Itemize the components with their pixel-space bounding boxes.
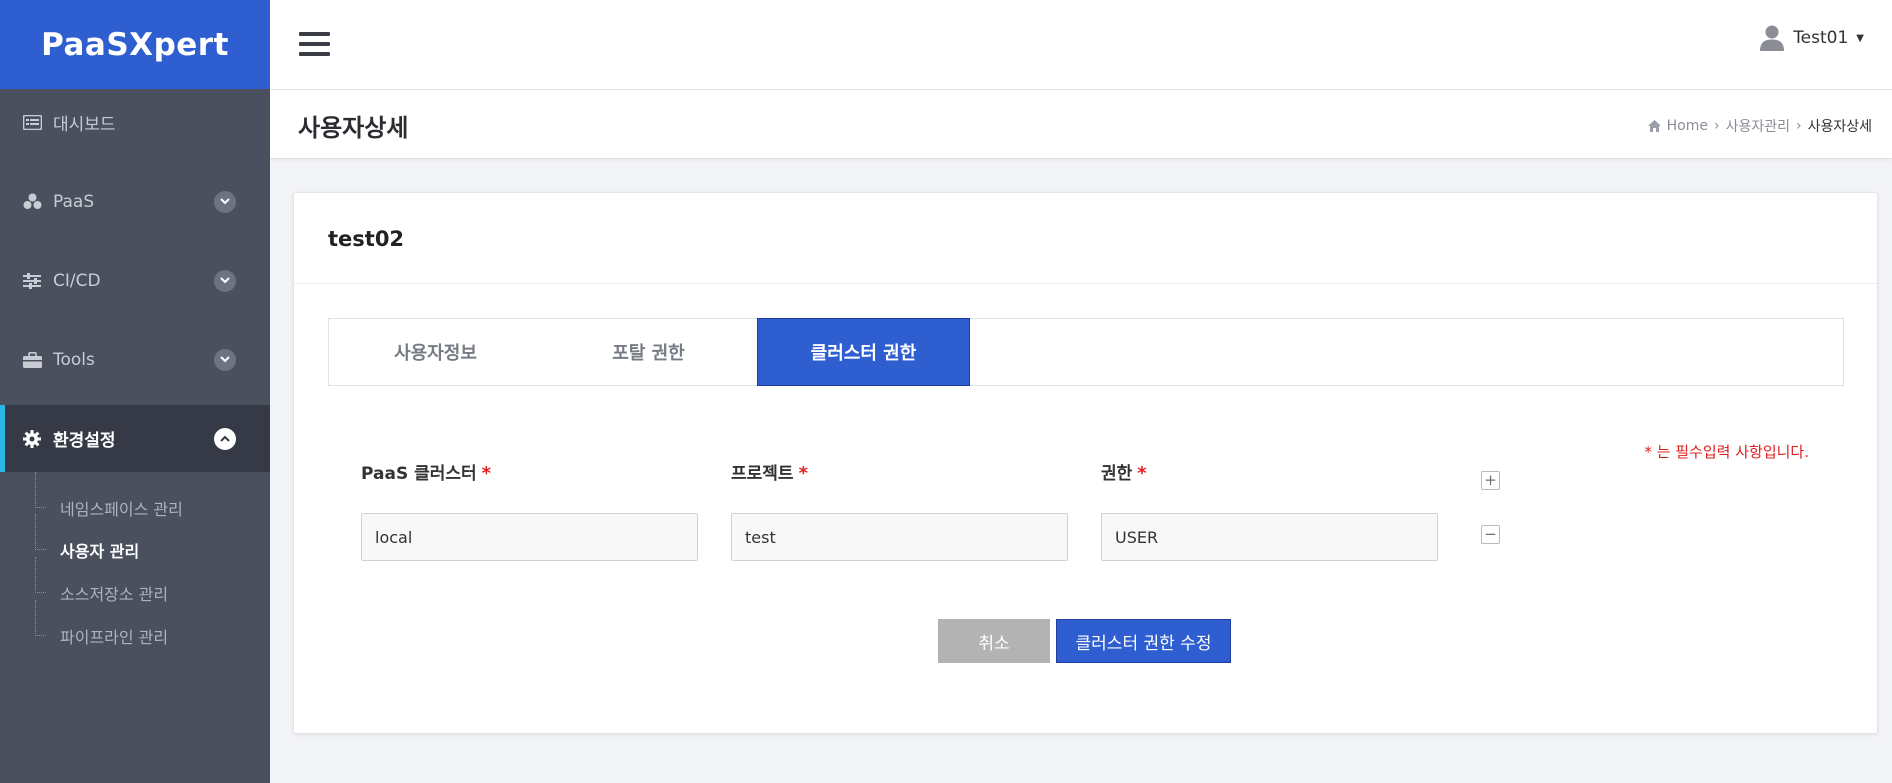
sidebar-item-cicd[interactable]: CI/CD: [0, 247, 270, 314]
tree-connector: [35, 557, 46, 593]
divider: [294, 283, 1877, 284]
breadcrumb-current: 사용자상세: [1807, 119, 1872, 135]
chevron-down-icon[interactable]: [214, 190, 236, 213]
sidebar-item-dashboard[interactable]: 대시보드: [0, 89, 270, 156]
field-label-project: 프로젝트 *: [731, 459, 808, 484]
chevron-up-icon[interactable]: [214, 427, 236, 450]
cubes-icon: [22, 192, 42, 212]
sidebar-item-paas[interactable]: PaaS: [0, 168, 270, 235]
sidebar: PaaSXpert 대시보드 PaaS CI/CD Tools 환경설정 네임스…: [0, 0, 270, 783]
update-cluster-permission-button[interactable]: 클러스터 권한 수정: [1056, 619, 1231, 663]
home-icon: [1647, 120, 1661, 132]
cancel-button[interactable]: 취소: [938, 619, 1050, 663]
sidebar-item-settings[interactable]: 환경설정: [0, 405, 270, 472]
add-row-button[interactable]: +: [1481, 471, 1500, 490]
tab-user-info[interactable]: 사용자정보: [329, 319, 542, 385]
active-indicator: [0, 405, 5, 472]
submenu-item-label: 네임스페이스 관리: [60, 500, 183, 519]
top-bar: Test01 ▼: [270, 0, 1892, 90]
cluster-input[interactable]: [361, 513, 698, 561]
sidebar-item-label: CI/CD: [53, 270, 101, 291]
breadcrumb: Home › 사용자관리 › 사용자상세: [1647, 116, 1872, 136]
submenu-item-label: 사용자 관리: [60, 542, 140, 561]
breadcrumb-home[interactable]: Home: [1667, 118, 1708, 134]
remove-row-button[interactable]: −: [1481, 525, 1500, 544]
chevron-right-icon: ›: [1795, 118, 1802, 134]
sidebar-item-label: 대시보드: [53, 115, 116, 135]
tree-connector: [35, 514, 46, 550]
menu-toggle-icon[interactable]: [299, 32, 330, 57]
page-title: 사용자상세: [298, 114, 409, 142]
required-mark: *: [798, 463, 808, 484]
tab-cluster-permission[interactable]: 클러스터 권한: [757, 318, 970, 386]
briefcase-icon: [22, 350, 42, 370]
breadcrumb-user-management[interactable]: 사용자관리: [1726, 116, 1790, 136]
dashboard-icon: [22, 113, 42, 133]
field-label-text: PaaS 클러스터: [361, 464, 477, 484]
sidebar-item-label: Tools: [53, 349, 95, 370]
tree-connector: [35, 472, 46, 508]
logo[interactable]: PaaSXpert: [0, 0, 270, 89]
field-label-cluster: PaaS 클러스터 *: [361, 459, 491, 484]
field-label-text: 프로젝트: [731, 464, 794, 484]
tree-connector: [35, 600, 46, 636]
project-input[interactable]: [731, 513, 1068, 561]
user-name: Test01: [1793, 28, 1849, 48]
field-label-text: 권한: [1101, 464, 1133, 484]
sidebar-item-tools[interactable]: Tools: [0, 326, 270, 393]
required-note: * 는 필수입력 사항입니다.: [1644, 443, 1809, 461]
sidebar-item-label: 환경설정: [53, 431, 116, 451]
required-mark: *: [1137, 463, 1147, 484]
submenu-item-label: 소스저장소 관리: [60, 585, 169, 604]
card-title: test02: [328, 227, 405, 251]
required-mark: *: [481, 463, 492, 484]
tab-portal-permission[interactable]: 포탈 권한: [542, 319, 755, 385]
page-header: 사용자상세 Home › 사용자관리 › 사용자상세: [270, 90, 1892, 159]
user-menu[interactable]: Test01 ▼: [1760, 25, 1864, 51]
user-avatar-icon: [1760, 25, 1785, 51]
chevron-right-icon: ›: [1713, 118, 1720, 134]
submenu-item-label: 파이프라인 관리: [60, 628, 169, 647]
field-label-role: 권한 *: [1101, 459, 1147, 484]
submenu-item-pipeline[interactable]: 파이프라인 관리: [0, 600, 270, 650]
gear-icon: [22, 429, 42, 449]
chevron-down-icon[interactable]: [214, 269, 236, 292]
tab-bar: 사용자정보 포탈 권한 클러스터 권한: [328, 318, 1844, 386]
caret-down-icon: ▼: [1856, 32, 1864, 44]
role-input[interactable]: [1101, 513, 1438, 561]
sliders-icon: [22, 271, 42, 291]
user-detail-card: test02 사용자정보 포탈 권한 클러스터 권한 * 는 필수입력 사항입니…: [293, 192, 1878, 734]
chevron-down-icon[interactable]: [214, 348, 236, 371]
sidebar-item-label: PaaS: [53, 191, 95, 212]
